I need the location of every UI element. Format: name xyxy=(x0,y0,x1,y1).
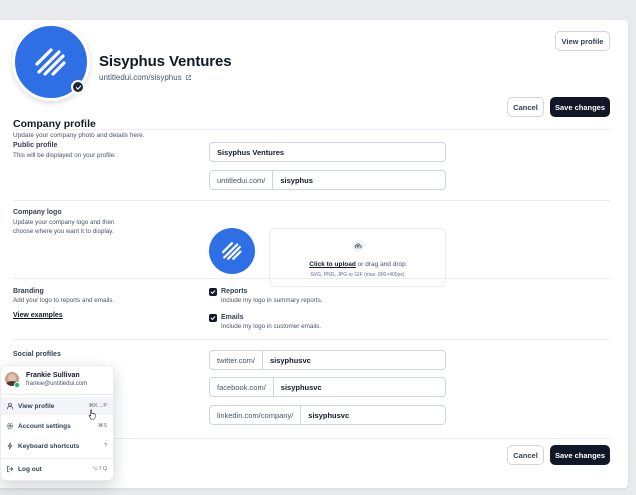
click-to-upload-link[interactable]: Click to upload xyxy=(309,261,356,268)
menu-item-shortcut: ⌘S xyxy=(97,423,107,429)
emails-label: Emails xyxy=(221,314,244,321)
divider xyxy=(13,129,610,130)
company-name: Sisyphus Ventures xyxy=(99,53,232,70)
twitter-value: sisyphusvc xyxy=(269,355,311,365)
menu-item-shortcut: ? xyxy=(103,443,107,449)
menu-divider xyxy=(1,458,113,459)
linkedin-prefix: linkedin.com/company/ xyxy=(210,406,302,424)
section-subtitle: Update your company photo and details he… xyxy=(13,132,145,139)
url-value: sisyphus xyxy=(280,175,313,185)
view-profile-button[interactable]: View profile xyxy=(555,31,610,51)
check-icon xyxy=(210,316,216,321)
hand-cursor-icon xyxy=(88,409,96,420)
upload-cloud-icon xyxy=(352,240,364,252)
social-profiles-label: Social profiles xyxy=(13,351,61,358)
menu-item-label: Log out xyxy=(18,465,42,473)
facebook-value: sisyphusvc xyxy=(280,382,322,392)
linkedin-value: sisyphusvc xyxy=(308,410,350,420)
upload-text: or drag and drop xyxy=(355,261,406,268)
upload-instructions: Click to upload or drag and drop xyxy=(270,261,445,268)
online-status-icon xyxy=(14,382,20,388)
branding-label: Branding xyxy=(13,288,44,295)
menu-item-keyboard-shortcuts[interactable]: Keyboard shortcuts ? xyxy=(1,437,113,455)
reports-description: Include my logo in summary reports. xyxy=(221,297,323,304)
cancel-button-bottom[interactable]: Cancel xyxy=(507,445,544,465)
company-logo-description-2: choose where you want it to display. xyxy=(13,228,114,235)
save-changes-button-top[interactable]: Save changes xyxy=(550,97,610,117)
company-logo-icon xyxy=(221,242,242,260)
linkedin-input[interactable]: linkedin.com/company/ sisyphusvc xyxy=(209,405,446,425)
menu-item-log-out[interactable]: Log out ⌥⇧Q xyxy=(1,460,113,478)
company-logo-label: Company logo xyxy=(13,209,62,216)
emails-description: Include my logo in customer emails. xyxy=(221,323,322,330)
user-name: Frankie Sullivan xyxy=(26,372,80,379)
menu-item-shortcut: ⌥⇧Q xyxy=(91,466,107,472)
user-menu: Frankie Sullivan frankie@untitledui.com … xyxy=(0,365,114,481)
reports-label: Reports xyxy=(221,288,248,295)
company-url-text: untitledui.com/sisyphus xyxy=(99,73,182,82)
facebook-input[interactable]: facebook.com/ sisyphusvc xyxy=(209,377,446,397)
company-name-value: Sisyphus Ventures xyxy=(217,147,285,157)
reports-checkbox[interactable] xyxy=(209,288,217,296)
public-profile-label: Public profile xyxy=(13,142,58,149)
menu-item-label: Keyboard shortcuts xyxy=(18,442,80,450)
public-profile-description: This will be displayed on your profile. xyxy=(13,152,116,159)
gear-icon xyxy=(5,422,14,431)
external-link-icon xyxy=(185,75,191,80)
user-email: frankie@untitledui.com xyxy=(26,381,88,387)
company-url-link[interactable]: untitledui.com/sisyphus xyxy=(99,73,192,82)
company-logo-preview xyxy=(209,228,255,274)
twitter-prefix: twitter.com/ xyxy=(210,351,263,369)
company-url-input[interactable]: untitledui.com/ sisyphus xyxy=(209,170,446,190)
menu-item-label: Account settings xyxy=(18,422,71,430)
logout-icon xyxy=(5,465,14,474)
lightning-icon xyxy=(5,442,14,451)
company-logo-icon xyxy=(35,48,66,76)
menu-item-label: View profile xyxy=(18,402,55,410)
company-name-input[interactable]: Sisyphus Ventures xyxy=(209,142,446,162)
facebook-prefix: facebook.com/ xyxy=(210,378,274,396)
save-changes-button-bottom[interactable]: Save changes xyxy=(550,445,610,465)
twitter-input[interactable]: twitter.com/ sisyphusvc xyxy=(209,350,446,370)
company-logo-description-1: Update your company logo and then xyxy=(13,219,115,226)
menu-divider xyxy=(1,394,113,395)
divider xyxy=(13,278,610,279)
user-icon xyxy=(5,402,14,411)
emails-checkbox[interactable] xyxy=(209,314,217,322)
url-prefix: untitledui.com/ xyxy=(210,171,274,189)
divider xyxy=(13,339,610,340)
branding-description: Add your logo to reports and emails. xyxy=(13,297,115,304)
check-icon xyxy=(210,290,216,295)
divider xyxy=(13,200,610,201)
verified-badge-icon xyxy=(71,80,85,94)
cancel-button-top[interactable]: Cancel xyxy=(507,97,544,117)
view-examples-link[interactable]: View examples xyxy=(13,312,63,319)
